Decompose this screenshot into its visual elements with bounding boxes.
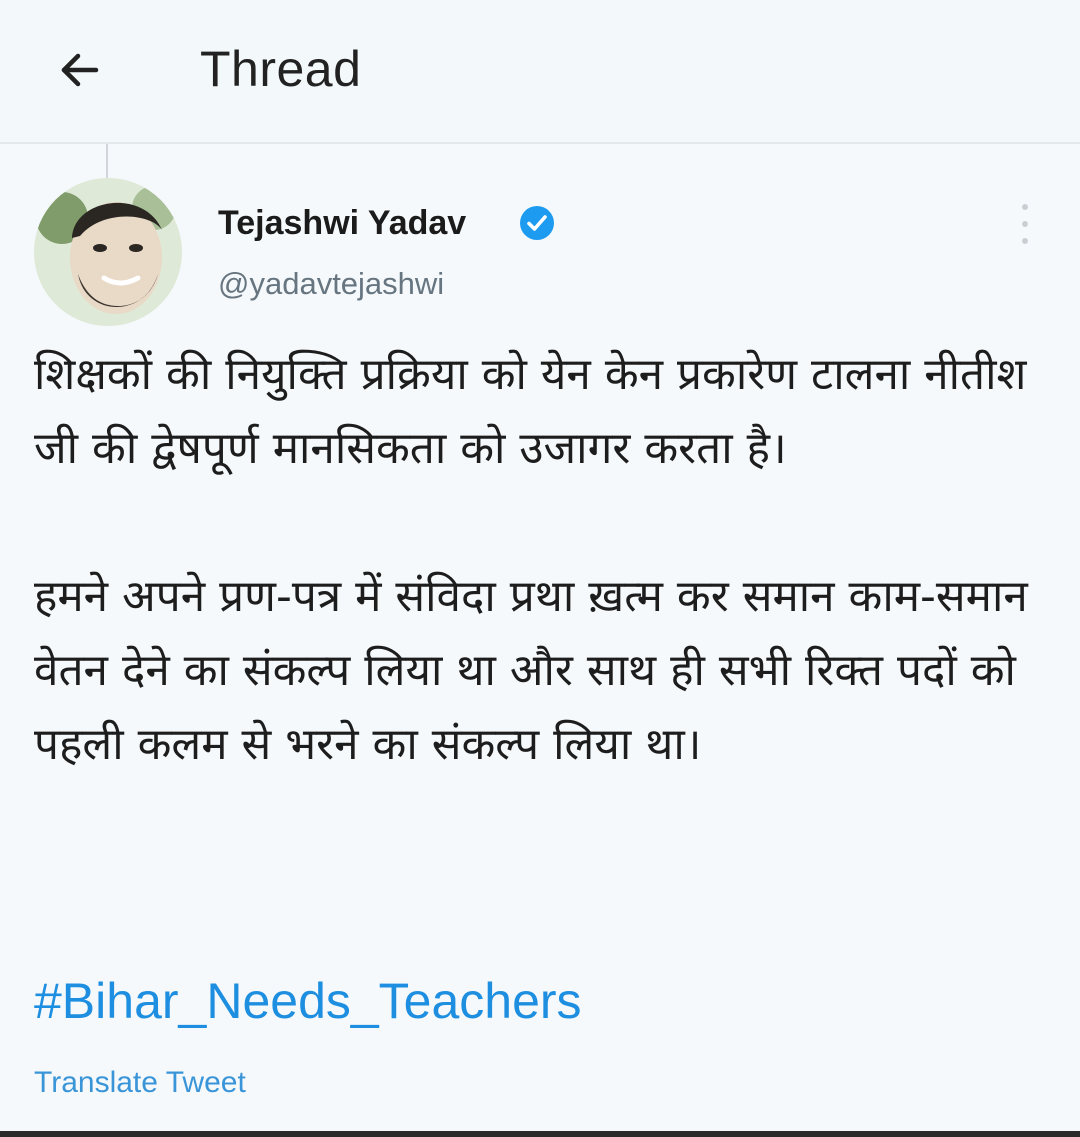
page-title: Thread — [200, 41, 362, 97]
author-name[interactable]: Tejashwi Yadav — [218, 204, 466, 243]
hashtag-link[interactable]: #Bihar_Needs_Teachers — [34, 972, 582, 1030]
avatar[interactable] — [34, 178, 182, 326]
thread-connector-line — [106, 144, 108, 178]
more-vertical-icon — [1022, 204, 1028, 210]
back-button[interactable] — [46, 38, 110, 102]
more-options-button[interactable] — [1010, 204, 1040, 244]
arrow-left-icon — [61, 53, 99, 87]
bottom-divider — [0, 1131, 1080, 1137]
tweet-paragraph-1: शिक्षकों की नियुक्ति प्रक्रिया को येन के… — [34, 349, 1027, 474]
author-handle[interactable]: @yadavtejashwi — [218, 266, 444, 302]
verified-badge-icon — [520, 206, 554, 240]
more-vertical-icon-dot — [1022, 221, 1028, 227]
tweet-body: शिक्षकों की नियुक्ति प्रक्रिया को येन के… — [34, 338, 1054, 782]
translate-tweet-link[interactable]: Translate Tweet — [34, 1066, 246, 1100]
top-bar: Thread — [0, 0, 1080, 144]
profile-photo — [34, 178, 182, 326]
tweet-paragraph-2: हमने अपने प्रण-पत्र में संविदा प्रथा ख़त… — [34, 571, 1028, 770]
more-vertical-icon-dot — [1022, 238, 1028, 244]
